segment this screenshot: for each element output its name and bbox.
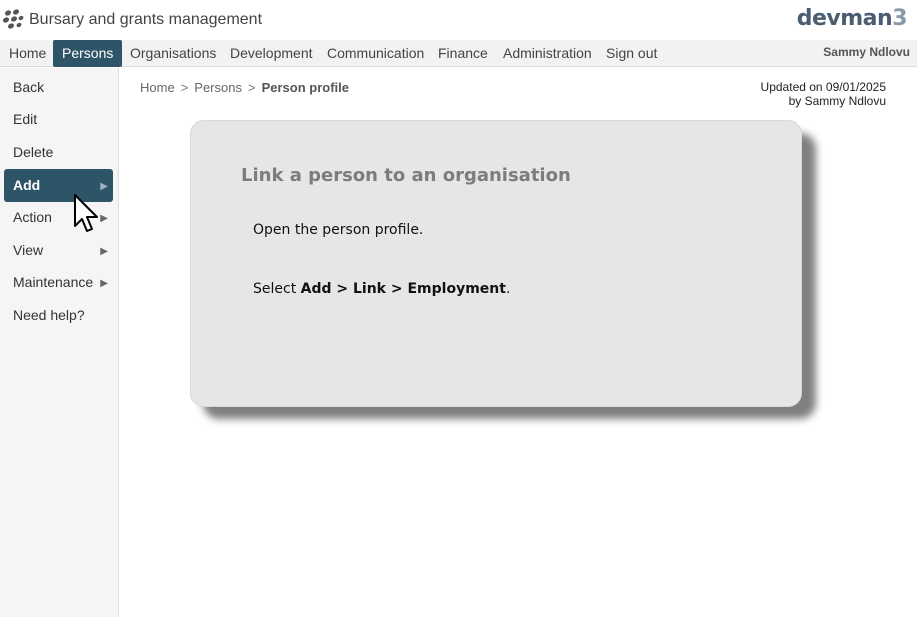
sidebar-item-label: Need help?	[13, 307, 85, 323]
breadcrumb-persons[interactable]: Persons	[194, 80, 242, 95]
mouse-pointer-icon	[74, 194, 98, 232]
triangle-right-icon: ▶	[100, 181, 108, 192]
brand-logo: devman3	[796, 6, 908, 31]
brand-text: devman	[796, 6, 893, 31]
breadcrumb-separator: >	[180, 80, 189, 95]
sidebar-item-edit[interactable]: Edit	[4, 103, 113, 136]
updated-info: Updated on 09/01/2025 by Sammy Ndlovu	[761, 80, 886, 108]
app-title: Bursary and grants management	[29, 11, 263, 28]
breadcrumb-home[interactable]: Home	[140, 80, 175, 95]
nav-organisations[interactable]: Organisations	[121, 40, 225, 67]
sidebar-item-view[interactable]: View ▶	[4, 234, 113, 267]
paw-logo-icon	[2, 9, 24, 29]
card-title: Link a person to an organisation	[241, 165, 571, 186]
sidebar-item-label: Action	[13, 209, 52, 225]
updated-by: by Sammy Ndlovu	[788, 94, 886, 108]
sidebar-item-label: View	[13, 242, 44, 258]
instruction-step-2: Select Add > Link > Employment.	[253, 281, 510, 297]
sidebar-item-label: Add	[13, 177, 41, 193]
brand-number: 3	[892, 6, 907, 31]
sidebar-item-label: Back	[13, 79, 45, 95]
triangle-right-icon: ▶	[100, 213, 108, 224]
title-bar: Bursary and grants management devman3	[0, 0, 917, 40]
breadcrumb-current: Person profile	[261, 80, 349, 95]
current-user: Sammy Ndlovu	[823, 45, 910, 59]
updated-date: Updated on 09/01/2025	[760, 80, 886, 94]
nav-finance[interactable]: Finance	[429, 40, 497, 67]
step-2-menu-path: Add > Link > Employment	[300, 281, 506, 297]
triangle-right-icon: ▶	[100, 278, 108, 289]
sidebar-item-label: Maintenance	[13, 274, 94, 290]
sidebar-item-delete[interactable]: Delete	[4, 136, 113, 169]
instruction-step-1: Open the person profile.	[253, 222, 424, 238]
nav-communication[interactable]: Communication	[318, 40, 433, 67]
nav-persons[interactable]: Persons	[53, 40, 123, 67]
nav-sign-out[interactable]: Sign out	[597, 40, 666, 67]
nav-development[interactable]: Development	[221, 40, 322, 67]
sidebar: Back Edit Delete Add ▶ Action ▶ View ▶ Main…	[0, 68, 119, 617]
nav-administration[interactable]: Administration	[494, 40, 601, 67]
top-navigation: Home Persons Organisations Development C…	[0, 40, 917, 67]
triangle-right-icon: ▶	[100, 246, 108, 257]
sidebar-item-maintenance[interactable]: Maintenance ▶	[4, 266, 113, 299]
sidebar-item-back[interactable]: Back	[4, 71, 113, 104]
step-2-prefix: Select	[253, 281, 301, 297]
sidebar-item-label: Edit	[13, 111, 38, 127]
instruction-card: Link a person to an organisation Open th…	[190, 120, 802, 407]
breadcrumb-separator: >	[247, 80, 256, 95]
step-2-suffix: .	[505, 281, 511, 297]
breadcrumb: Home > Persons > Person profile	[140, 80, 349, 95]
nav-home[interactable]: Home	[0, 40, 55, 67]
sidebar-item-label: Delete	[13, 144, 54, 160]
sidebar-item-need-help[interactable]: Need help?	[4, 299, 113, 332]
